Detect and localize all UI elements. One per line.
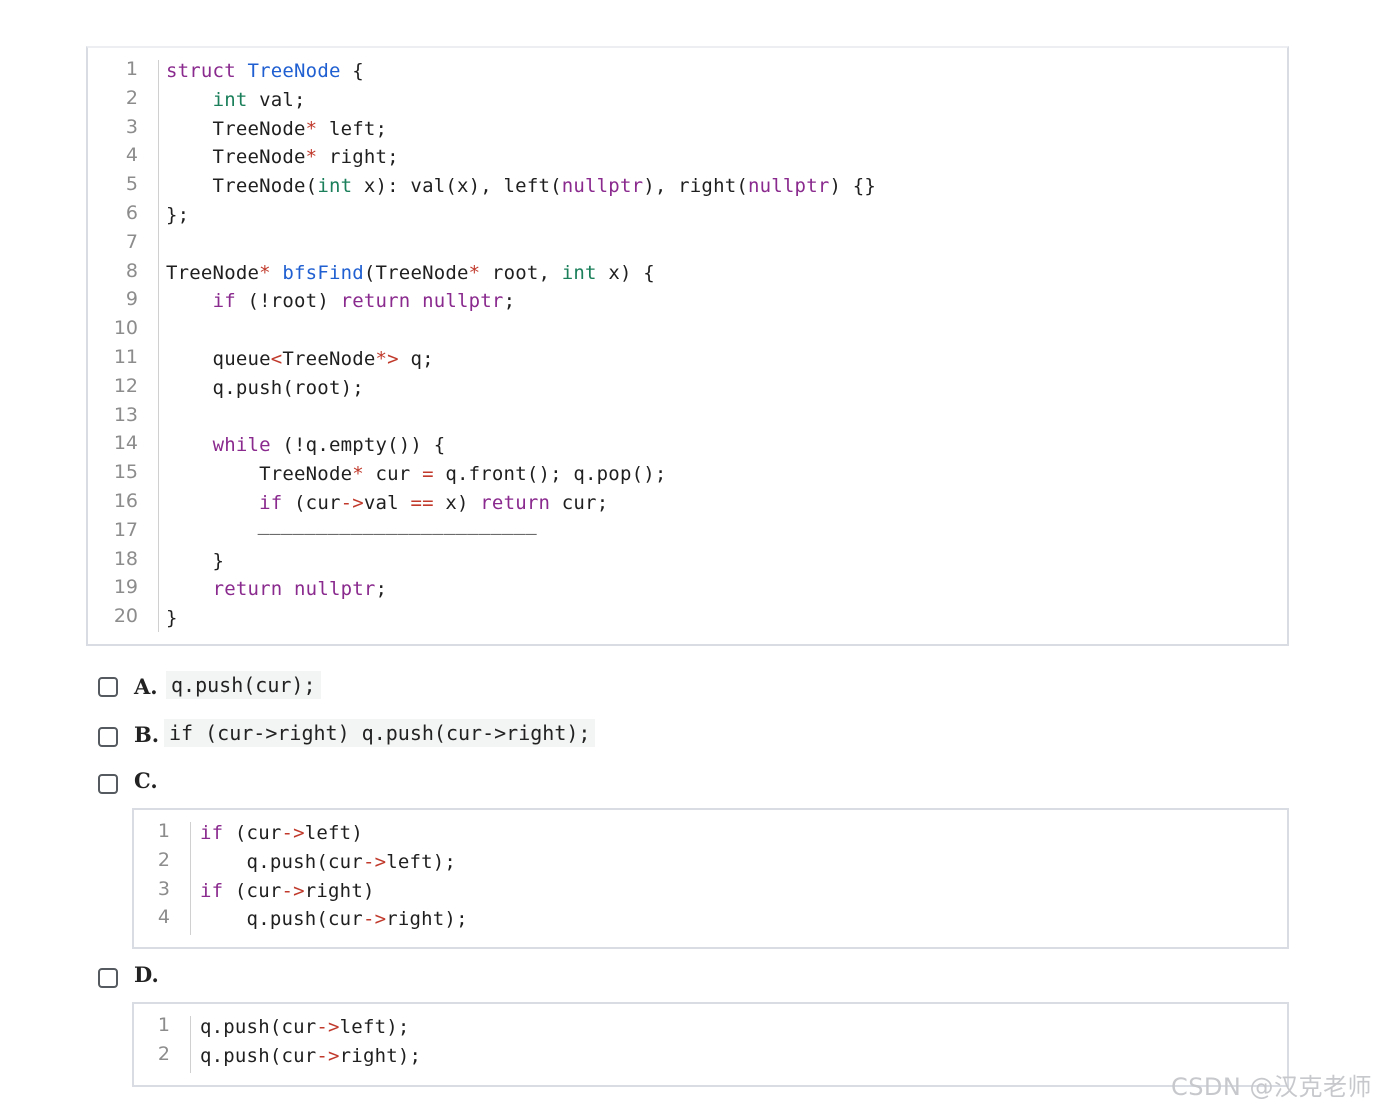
option-c-letter: C.	[134, 768, 158, 793]
line-number: 2	[157, 848, 170, 871]
line-number: 18	[113, 547, 138, 570]
line-number: 4	[157, 906, 170, 929]
line-number-gutter: 1 2 3 4 5 6 7 8 9 10 11 12 13 14 15 16 17 18 19 20	[88, 48, 160, 644]
line-number: 1	[125, 58, 138, 80]
code-line: queue<TreeNode*> q;	[166, 348, 434, 370]
code-line: if (cur->val == x) return cur;	[259, 492, 609, 514]
line-number: 5	[125, 173, 138, 196]
line-number: 14	[113, 432, 138, 455]
option-b-checkbox[interactable]	[98, 727, 118, 747]
code-line: q.push(root);	[166, 376, 364, 399]
line-number: 2	[125, 86, 138, 109]
code-line: return nullptr;	[212, 578, 388, 601]
code-line: q.push(cur->left);	[200, 850, 457, 873]
line-number: 1	[157, 820, 170, 842]
line-number-gutter: 12	[134, 1004, 180, 1085]
option-a-code: q.push(cur);	[166, 671, 321, 699]
option-d-checkbox[interactable]	[98, 968, 118, 988]
watermark: CSDN @汉克老师	[1170, 1073, 1372, 1101]
line-number: 10	[113, 317, 138, 340]
code-line: TreeNode(int x): val(x), left(nullptr), …	[166, 175, 877, 198]
line-number: 11	[113, 346, 138, 368]
line-number: 15	[113, 461, 138, 484]
code-line: }	[166, 607, 178, 630]
option-b-code: if (cur->right) q.push(cur->right);	[164, 719, 596, 747]
main-code-block: 1 2 3 4 5 6 7 8 9 10 11 12 13 14 15 16 17 18 19 20 struct T…	[86, 46, 1289, 646]
code-line: TreeNode* right;	[166, 146, 399, 169]
line-number: 7	[125, 230, 138, 253]
line-number: 1	[157, 1014, 170, 1036]
gutter-divider	[190, 822, 191, 935]
code-line: q.push(cur->right);	[200, 1044, 422, 1067]
code-line: TreeNode* cur = q.front(); q.pop();	[166, 463, 667, 486]
code-line: q.push(cur->left);	[200, 1016, 410, 1038]
code-line: TreeNode* bfsFind(TreeNode* root, int x)…	[166, 261, 655, 284]
option-b-letter: B.	[134, 722, 160, 747]
code-line: if (!root) return nullptr;	[212, 290, 516, 313]
gutter-divider	[158, 60, 159, 632]
code-line: };	[166, 204, 190, 226]
line-number: 2	[157, 1042, 170, 1065]
line-number: 20	[113, 605, 138, 628]
code-line: struct TreeNode {	[166, 60, 364, 82]
code-line: if (cur->left)	[200, 822, 363, 844]
line-number-gutter: 1 2 3 4	[134, 810, 180, 947]
code-line: }	[166, 549, 225, 572]
line-number: 3	[157, 877, 170, 900]
gutter-divider	[190, 1016, 191, 1073]
line-number: 9	[125, 288, 138, 311]
line-number: 16	[113, 490, 138, 512]
line-number: 12	[113, 374, 138, 397]
line-number: 4	[125, 144, 138, 167]
blank-fill-line: ________________________	[257, 512, 537, 535]
code-line: int val;	[212, 88, 306, 111]
option-c-code-block: 1 2 3 4 if (cur->left) q.push(cur->left); if…	[132, 808, 1289, 949]
code-line: TreeNode* left;	[166, 117, 388, 140]
line-number: 13	[113, 403, 138, 426]
line-number: 6	[125, 202, 138, 224]
option-a-checkbox[interactable]	[98, 677, 118, 697]
code-line: q.push(cur->right);	[200, 908, 468, 931]
option-c-checkbox[interactable]	[98, 774, 118, 794]
line-number: 19	[113, 576, 138, 599]
option-d-letter: D.	[134, 962, 159, 987]
option-a-letter: A.	[134, 674, 158, 699]
line-number: 17	[113, 518, 138, 541]
line-number: 3	[125, 115, 138, 138]
option-d-code-block: 12 q.push(cur->left); q.push(cur->right);	[132, 1002, 1289, 1087]
code-line: if (cur->right)	[200, 879, 375, 902]
line-number: 8	[125, 259, 138, 282]
code-line: while (!q.empty()) {	[212, 434, 446, 457]
